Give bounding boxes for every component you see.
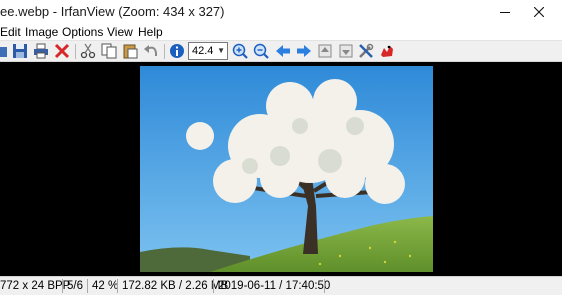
print-icon [34, 43, 48, 59]
next-button[interactable] [295, 42, 313, 60]
menu-options[interactable]: Options [62, 24, 103, 40]
delete-icon [54, 43, 70, 59]
folder-open-icon [0, 47, 7, 57]
zoom-out-button[interactable] [252, 42, 270, 60]
paste-icon [123, 44, 138, 59]
next-icon [297, 45, 311, 57]
info-button[interactable] [168, 42, 186, 60]
status-bar: 772 x 24 BPP 5/6 42 % 172.82 KB / 2.26 M… [0, 276, 562, 295]
cut-button[interactable] [79, 42, 97, 60]
save-button[interactable] [11, 42, 29, 60]
open-button[interactable] [0, 42, 9, 60]
previous-icon [276, 45, 290, 57]
about-button[interactable] [378, 42, 396, 60]
window-title: ee.webp - IrfanView (Zoom: 434 x 327) [0, 4, 225, 19]
tree-photo-drawing [140, 66, 433, 272]
status-index: 5/6 [67, 280, 83, 292]
previous-button[interactable] [274, 42, 292, 60]
status-dimensions: 772 x 24 BPP [0, 280, 71, 292]
print-button[interactable] [32, 42, 50, 60]
first-page-icon [318, 44, 332, 58]
last-page-button[interactable] [337, 42, 355, 60]
properties-button[interactable] [357, 42, 375, 60]
close-button[interactable] [516, 0, 562, 24]
image-canvas[interactable] [0, 62, 562, 276]
chevron-down-icon: ▼ [217, 46, 225, 55]
title-bar: ee.webp - IrfanView (Zoom: 434 x 327) [0, 0, 562, 24]
tree-photo [140, 66, 433, 272]
close-icon [534, 7, 544, 17]
zoom-select-value: 42.4 [192, 45, 214, 57]
menu-view[interactable]: View [107, 24, 133, 40]
last-page-icon [339, 44, 353, 58]
undo-icon [144, 45, 157, 56]
zoom-in-button[interactable] [231, 42, 249, 60]
minimize-icon [500, 12, 510, 13]
status-zoom: 42 % [92, 280, 119, 292]
irfanview-logo-icon [381, 45, 393, 57]
menu-image[interactable]: Image [25, 24, 58, 40]
toolbar: 42.4 ▼ [0, 40, 562, 62]
zoom-in-icon [232, 43, 248, 59]
info-icon [170, 44, 184, 58]
zoom-out-icon [253, 43, 269, 59]
cut-icon [80, 43, 96, 59]
paste-button[interactable] [121, 42, 139, 60]
status-datetime: 2019-06-11 / 17:40:50 [218, 280, 331, 292]
delete-button[interactable] [53, 42, 71, 60]
save-icon [13, 44, 27, 58]
copy-icon [101, 43, 117, 59]
menu-bar: Edit Image Options View Help [0, 24, 562, 40]
properties-icon [359, 43, 374, 58]
first-page-button[interactable] [316, 42, 334, 60]
zoom-select[interactable]: 42.4 ▼ [188, 42, 228, 60]
menu-help[interactable]: Help [138, 24, 163, 40]
undo-button[interactable] [142, 42, 160, 60]
copy-button[interactable] [100, 42, 118, 60]
menu-edit[interactable]: Edit [0, 24, 21, 40]
